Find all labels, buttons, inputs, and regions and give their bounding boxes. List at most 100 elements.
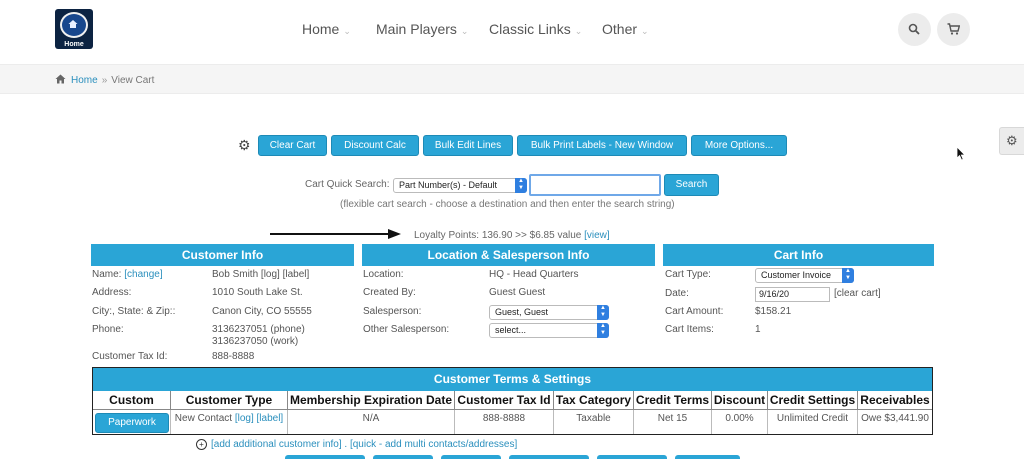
created-by-value: Guest Guest <box>489 287 546 298</box>
col-customer-type: Customer Type <box>171 391 288 410</box>
date-label: Date: <box>665 288 689 299</box>
col-tax-category: Tax Category <box>554 391 634 410</box>
customer-type-links[interactable]: [log] [label] <box>235 413 283 424</box>
loyalty-view-link[interactable]: [view] <box>584 230 610 241</box>
receivables-link[interactable]: Owe $3,441.90 <box>858 410 932 434</box>
search-icon <box>908 23 920 35</box>
bottom-button[interactable] <box>441 455 501 459</box>
city-state-zip-value: Canon City, CO 55555 <box>212 306 312 317</box>
location-label: Location: <box>363 269 404 280</box>
col-receivables: Receivables <box>858 391 932 410</box>
nav-classic-links[interactable]: Classic Links ⌄ <box>489 21 582 37</box>
bottom-button[interactable] <box>285 455 365 459</box>
cell-tax-category: Taxable <box>554 410 634 434</box>
cart-icon <box>947 23 960 35</box>
chevron-down-icon: ⌄ <box>460 26 469 36</box>
location-salesperson-header: Location & Salesperson Info <box>362 244 655 266</box>
select-arrows-icon: ▲ ▼ <box>515 178 527 193</box>
cart-amount-value: $158.21 <box>755 306 792 317</box>
bottom-button[interactable] <box>675 455 740 459</box>
cell-tax-id: 888-8888 <box>455 410 554 434</box>
loyalty-points-text: Loyalty Points: 136.90 >> $6.85 value <box>414 230 582 241</box>
created-by-label: Created By: <box>363 287 416 298</box>
customer-tax-id-value: 888-8888 <box>212 351 255 362</box>
select-arrows-icon: ▲ ▼ <box>842 268 854 283</box>
clear-cart-button[interactable]: Clear Cart <box>258 135 327 156</box>
main-nav: Home ⌄ Main Players ⌄ Classic Links ⌄ Other… <box>0 21 1024 41</box>
cell-discount: 0.00% <box>712 410 768 434</box>
customer-name-link[interactable]: Bob Smith [log] [label] <box>212 269 309 280</box>
bottom-button[interactable] <box>509 455 589 459</box>
search-destination-value: Part Number(s) - Default <box>399 180 498 190</box>
other-salesperson-select[interactable]: select... ▲ ▼ <box>489 323 609 338</box>
add-customer-info-link[interactable]: [add additional customer info] . [quick … <box>211 439 517 450</box>
cart-type-label: Cart Type: <box>665 269 711 280</box>
cart-items-label: Cart Items: <box>665 324 714 335</box>
bottom-button-row <box>285 455 740 459</box>
select-arrows-icon: ▲ ▼ <box>597 323 609 338</box>
home-icon <box>55 74 66 84</box>
customer-info-header: Customer Info <box>91 244 354 266</box>
other-salesperson-value: select... <box>495 325 527 335</box>
cell-membership: N/A <box>288 410 455 434</box>
customer-name-row: Name: [change] <box>92 269 163 280</box>
col-membership-expiration: Membership Expiration Date <box>288 391 455 410</box>
cart-type-select[interactable]: Customer Invoice ▲ ▼ <box>755 268 854 283</box>
customer-type-value: New Contact <box>174 413 233 424</box>
more-options-button[interactable]: More Options... <box>691 135 787 156</box>
address-value: 1010 South Lake St. <box>212 287 303 298</box>
location-value: HQ - Head Quarters <box>489 269 579 280</box>
paperwork-button[interactable]: Paperwork <box>95 413 169 433</box>
cell-credit-terms: Net 15 <box>634 410 712 434</box>
loyalty-points: Loyalty Points: 136.90 >> $6.85 value [v… <box>414 230 610 241</box>
bulk-print-labels-button[interactable]: Bulk Print Labels - New Window <box>517 135 687 156</box>
salesperson-label: Salesperson: <box>363 306 422 317</box>
cell-credit-settings: Unlimited Credit <box>768 410 858 434</box>
gear-icon[interactable]: ⚙ <box>238 137 251 154</box>
bottom-button[interactable] <box>373 455 433 459</box>
bulk-edit-lines-button[interactable]: Bulk Edit Lines <box>423 135 513 156</box>
discount-calc-button[interactable]: Discount Calc <box>331 135 419 156</box>
search-hint: (flexible cart search - choose a destina… <box>340 199 675 210</box>
cell-customer-type: New Contact [log] [label] <box>171 410 288 434</box>
search-submit-button[interactable]: Search <box>664 174 719 196</box>
search-destination-select[interactable]: Part Number(s) - Default ▲ ▼ <box>393 178 527 193</box>
cart-button[interactable] <box>937 13 970 46</box>
breadcrumb-current: View Cart <box>111 75 155 86</box>
side-settings-tab[interactable]: ⚙ <box>999 127 1024 155</box>
logo-text: Home <box>64 41 84 48</box>
nav-home[interactable]: Home ⌄ <box>302 21 351 37</box>
cart-items-value: 1 <box>755 324 761 335</box>
col-credit-settings: Credit Settings <box>768 391 858 410</box>
salesperson-select[interactable]: Guest, Guest ▲ ▼ <box>489 305 609 320</box>
date-input[interactable]: 9/16/20 <box>755 287 830 302</box>
bottom-button[interactable] <box>597 455 667 459</box>
mouse-cursor-icon <box>956 146 966 161</box>
customer-tax-id-label: Customer Tax Id: <box>92 351 168 362</box>
col-discount: Discount <box>712 391 768 410</box>
breadcrumb-bar: Home» View Cart <box>0 64 1024 94</box>
nav-other-label: Other <box>602 21 638 37</box>
breadcrumb-home-link[interactable]: Home <box>71 75 98 86</box>
gear-icon: ⚙ <box>1006 133 1018 148</box>
arrow-right-icon <box>270 229 401 239</box>
city-state-zip-label: City:, State: & Zip:: <box>92 306 176 317</box>
cart-type-value: Customer Invoice <box>761 270 832 280</box>
clear-cart-link[interactable]: [clear cart] <box>834 288 881 299</box>
cart-quick-search-label: Cart Quick Search: <box>305 179 390 190</box>
customer-change-link[interactable]: [change] <box>124 269 162 280</box>
address-label: Address: <box>92 287 132 298</box>
cart-amount-label: Cart Amount: <box>665 306 724 317</box>
customer-terms-table: Customer Terms & Settings Custom Custome… <box>92 367 933 435</box>
nav-other[interactable]: Other ⌄ <box>602 21 649 37</box>
nav-home-label: Home <box>302 21 340 37</box>
site-header: Home Home ⌄ Main Players ⌄ Classic Links ⌄ … <box>0 0 1024 62</box>
nav-main-players[interactable]: Main Players ⌄ <box>376 21 468 37</box>
col-credit-terms: Credit Terms <box>634 391 712 410</box>
search-button[interactable] <box>898 13 931 46</box>
phone-work: 3136237050 (work) <box>212 336 299 347</box>
plus-circle-icon[interactable]: + <box>196 439 207 450</box>
nav-main-players-label: Main Players <box>376 21 457 37</box>
customer-terms-header: Customer Terms & Settings <box>93 368 932 391</box>
cart-search-input[interactable] <box>529 174 661 196</box>
